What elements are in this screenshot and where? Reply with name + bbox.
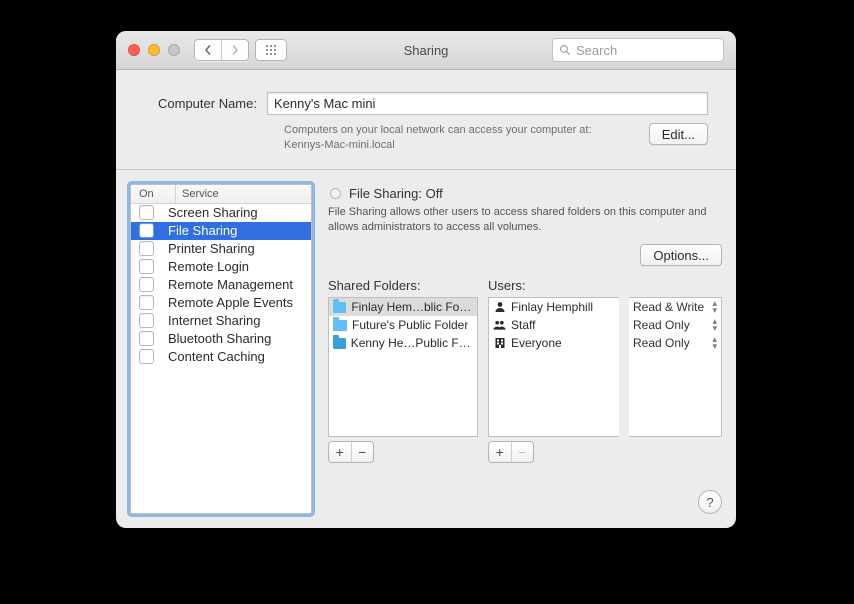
col-service[interactable]: Service	[176, 185, 311, 203]
user-row[interactable]: Finlay Hemphill	[489, 298, 619, 316]
service-row[interactable]: Remote Login	[131, 258, 311, 276]
sharing-lower-section: On Service Screen Sharing File Sharing Pri…	[116, 170, 736, 528]
user-row[interactable]: Staff	[489, 316, 619, 334]
service-row[interactable]: Screen Sharing	[131, 204, 311, 222]
permission-stepper-icon[interactable]: ▴▾	[712, 336, 717, 350]
service-checkbox[interactable]	[139, 223, 154, 238]
status-indicator-icon	[330, 188, 341, 199]
services-table[interactable]: On Service Screen Sharing File Sharing Pri…	[130, 184, 312, 514]
service-checkbox[interactable]	[139, 205, 154, 220]
service-label: Internet Sharing	[168, 313, 261, 328]
service-label: Remote Login	[168, 259, 249, 274]
person-icon	[493, 301, 506, 314]
user-name: Everyone	[511, 336, 562, 350]
user-name: Finlay Hemphill	[511, 300, 593, 314]
col-on[interactable]: On	[131, 185, 176, 203]
grid-icon	[265, 44, 277, 56]
service-row[interactable]: Remote Management	[131, 276, 311, 294]
edit-button[interactable]: Edit...	[649, 123, 708, 145]
users-label: Users:	[488, 278, 619, 293]
user-name: Staff	[511, 318, 535, 332]
permission-label: Read Only	[633, 318, 690, 332]
users-add-remove: + −	[488, 441, 534, 463]
network-icon	[493, 337, 506, 350]
folder-row[interactable]: Future's Public Folder	[329, 316, 477, 334]
service-checkbox[interactable]	[139, 331, 154, 346]
folder-icon	[333, 302, 346, 313]
service-checkbox[interactable]	[139, 295, 154, 310]
users-column: Users: Finlay Hemphill Staff Everyone + −	[488, 278, 619, 514]
remove-user-button: −	[511, 442, 534, 462]
shared-folders-column: Shared Folders: Finlay Hem…blic Folder Fu…	[328, 278, 478, 514]
remove-folder-button[interactable]: −	[351, 442, 374, 462]
permission-row[interactable]: Read & Write ▴▾	[629, 298, 721, 316]
nav-buttons	[194, 39, 249, 61]
service-row[interactable]: Internet Sharing	[131, 312, 311, 330]
service-checkbox[interactable]	[139, 277, 154, 292]
forward-button[interactable]	[221, 40, 248, 60]
permissions-column: . Read & Write▴▾Read Only▴▾Read Only▴▾	[629, 278, 722, 514]
service-label: File Sharing	[168, 223, 237, 238]
show-all-button[interactable]	[255, 39, 287, 61]
options-button[interactable]: Options...	[640, 244, 722, 266]
search-icon	[559, 44, 571, 56]
permission-row[interactable]: Read Only ▴▾	[629, 316, 721, 334]
permission-stepper-icon[interactable]: ▴▾	[712, 300, 717, 314]
permission-label: Read Only	[633, 336, 690, 350]
service-checkbox[interactable]	[139, 313, 154, 328]
add-folder-button[interactable]: +	[329, 442, 351, 462]
service-label: Screen Sharing	[168, 205, 258, 220]
status-title: File Sharing: Off	[349, 186, 443, 201]
service-label: Printer Sharing	[168, 241, 255, 256]
shared-folders-list[interactable]: Finlay Hem…blic Folder Future's Public Fo…	[328, 297, 478, 437]
permissions-list[interactable]: Read & Write ▴▾ Read Only ▴▾ Read Only ▴▾	[629, 297, 722, 437]
users-list[interactable]: Finlay Hemphill Staff Everyone	[488, 297, 619, 437]
service-label: Remote Apple Events	[168, 295, 293, 310]
service-row[interactable]: File Sharing	[131, 222, 311, 240]
folder-icon	[333, 338, 346, 349]
folder-name: Future's Public Folder	[352, 318, 468, 332]
add-user-button[interactable]: +	[489, 442, 511, 462]
service-label: Remote Management	[168, 277, 293, 292]
help-button[interactable]: ?	[698, 490, 722, 514]
service-label: Bluetooth Sharing	[168, 331, 271, 346]
lists-area: Shared Folders: Finlay Hem…blic Folder Fu…	[328, 278, 722, 514]
folder-row[interactable]: Finlay Hem…blic Folder	[329, 298, 477, 316]
service-label: Content Caching	[168, 349, 265, 364]
folder-name: Finlay Hem…blic Folder	[351, 300, 473, 314]
permission-row[interactable]: Read Only ▴▾	[629, 334, 721, 352]
minimize-icon[interactable]	[148, 44, 160, 56]
service-row[interactable]: Printer Sharing	[131, 240, 311, 258]
permission-stepper-icon[interactable]: ▴▾	[712, 318, 717, 332]
service-row[interactable]: Content Caching	[131, 348, 311, 366]
computer-name-input[interactable]: Kenny's Mac mini	[267, 92, 708, 115]
computer-name-section: Computer Name: Kenny's Mac mini Computer…	[116, 70, 736, 170]
folder-row[interactable]: Kenny He…Public Folder	[329, 334, 477, 352]
back-button[interactable]	[195, 40, 221, 60]
folder-name: Kenny He…Public Folder	[351, 336, 473, 350]
search-field[interactable]: Search	[552, 38, 724, 62]
sharing-preferences-window: Sharing Search Computer Name: Kenny's Ma…	[116, 31, 736, 528]
group-icon	[493, 319, 506, 332]
service-checkbox[interactable]	[139, 241, 154, 256]
service-description: File Sharing allows other users to acces…	[328, 205, 708, 235]
computer-name-subtext: Computers on your local network can acce…	[284, 123, 649, 153]
close-icon[interactable]	[128, 44, 140, 56]
computer-name-label: Computer Name:	[158, 96, 257, 111]
window-controls	[116, 44, 180, 56]
titlebar: Sharing Search	[116, 31, 736, 70]
folders-add-remove: + −	[328, 441, 374, 463]
folder-icon	[333, 320, 347, 331]
service-checkbox[interactable]	[139, 259, 154, 274]
permission-label: Read & Write	[633, 300, 704, 314]
service-row[interactable]: Remote Apple Events	[131, 294, 311, 312]
shared-folders-label: Shared Folders:	[328, 278, 478, 293]
user-row[interactable]: Everyone	[489, 334, 619, 352]
zoom-icon	[168, 44, 180, 56]
search-placeholder: Search	[576, 43, 617, 58]
service-detail: File Sharing: Off File Sharing allows ot…	[328, 184, 722, 514]
service-row[interactable]: Bluetooth Sharing	[131, 330, 311, 348]
services-header: On Service	[131, 185, 311, 204]
service-checkbox[interactable]	[139, 349, 154, 364]
